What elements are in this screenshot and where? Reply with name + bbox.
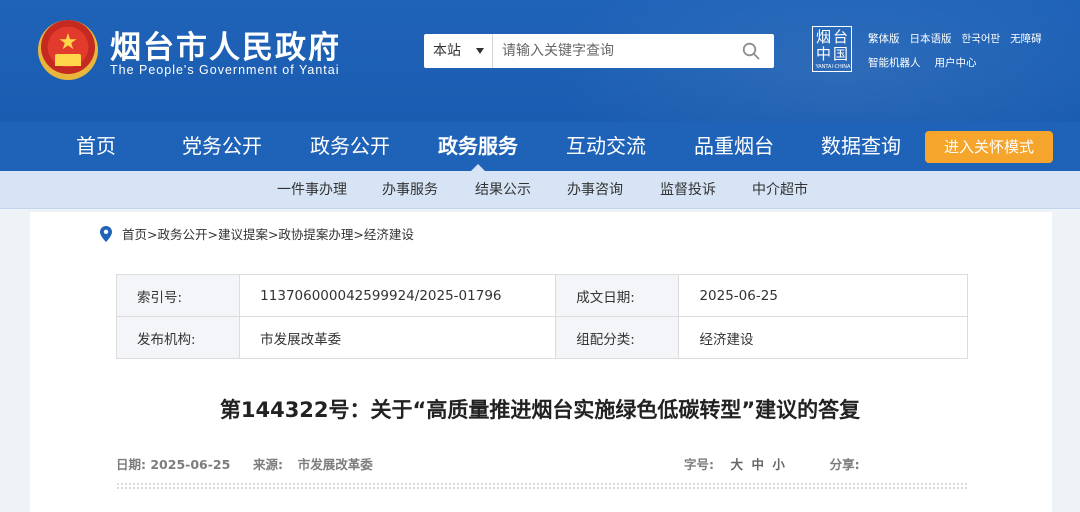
link-user-center[interactable]: 用户中心 bbox=[935, 56, 977, 74]
article-title: 第144322号：关于“高质量推进烟台实施绿色低碳转型”建议的答复 bbox=[219, 398, 861, 422]
nav-data-query[interactable]: 数据查询 bbox=[811, 122, 911, 171]
subnav-agency-market[interactable]: 中介超市 bbox=[752, 171, 808, 209]
link-korean[interactable]: 한국어판 bbox=[962, 32, 1001, 50]
care-mode-button[interactable]: 进入关怀模式 bbox=[925, 131, 1053, 163]
top-links: 繁体版 日本语版 한국어판 无障碍 智能机器人 用户中心 bbox=[868, 32, 1073, 74]
subnav-one-thing[interactable]: 一件事办理 bbox=[277, 171, 347, 209]
search-icon[interactable] bbox=[742, 42, 760, 60]
main-nav: 首页 党务公开 政务公开 政务服务 互动交流 品重烟台 数据查询 进入关怀模式 bbox=[0, 122, 1080, 171]
category-value: 经济建设 bbox=[678, 316, 968, 359]
subnav-complaint[interactable]: 监督投诉 bbox=[660, 171, 716, 209]
search-scope-value: 本站 bbox=[433, 43, 461, 59]
caret-down-icon bbox=[476, 48, 484, 54]
subnav-results[interactable]: 结果公示 bbox=[475, 171, 531, 209]
article-source: 市发展改革委 bbox=[297, 457, 373, 472]
document-meta-table: 索引号: 113706000042599924/2025-01796 成文日期:… bbox=[115, 274, 968, 359]
org-label: 发布机构: bbox=[115, 316, 241, 359]
index-value: 113706000042599924/2025-01796 bbox=[239, 274, 557, 317]
site-name-english: The People's Government of Yantai bbox=[110, 63, 340, 77]
font-size-small-button[interactable]: 小 bbox=[772, 457, 785, 472]
article-source-label: 来源: bbox=[253, 457, 284, 472]
nav-home[interactable]: 首页 bbox=[48, 122, 144, 171]
yantai-china-logo: 烟台中国 YANTAI·CHINA bbox=[812, 26, 852, 72]
date-label: 成文日期: bbox=[555, 274, 680, 317]
search-box: 本站 bbox=[424, 34, 774, 68]
location-pin-icon bbox=[100, 226, 112, 242]
logo-en: YANTAI·CHINA bbox=[815, 64, 851, 70]
nav-government-affairs[interactable]: 政务公开 bbox=[300, 122, 400, 171]
category-label: 组配分类: bbox=[555, 316, 680, 359]
article-tools: 字号: 大 中 小 分享: bbox=[684, 456, 968, 474]
dotted-divider bbox=[116, 482, 968, 489]
nav-party-affairs[interactable]: 党务公开 bbox=[172, 122, 272, 171]
breadcrumb: 首页>政务公开>建议提案>政协提案办理>经济建设 bbox=[100, 226, 414, 244]
nav-government-services[interactable]: 政务服务 bbox=[428, 122, 528, 171]
table-row: 发布机构: 市发展改革委 组配分类: 经济建设 bbox=[115, 316, 968, 359]
content-panel: 首页>政务公开>建议提案>政协提案办理>经济建设 索引号: 1137060000… bbox=[30, 212, 1052, 512]
date-value: 2025-06-25 bbox=[678, 274, 968, 317]
article-date-label: 日期: bbox=[116, 457, 146, 472]
share-label[interactable]: 分享: bbox=[830, 457, 860, 472]
link-accessibility[interactable]: 无障碍 bbox=[1010, 32, 1042, 50]
nav-interaction[interactable]: 互动交流 bbox=[556, 122, 656, 171]
site-header: ★ 烟台市人民政府 The People's Government of Yan… bbox=[0, 0, 1080, 122]
site-name[interactable]: 烟台市人民政府 bbox=[110, 22, 341, 67]
table-row: 索引号: 113706000042599924/2025-01796 成文日期:… bbox=[115, 274, 968, 317]
font-size-label: 字号: bbox=[683, 457, 714, 472]
link-japanese[interactable]: 日本语版 bbox=[910, 32, 952, 50]
sub-nav: 一件事办理 办事服务 结果公示 办事咨询 监督投诉 中介超市 bbox=[0, 171, 1080, 209]
font-size-medium-button[interactable]: 中 bbox=[752, 457, 765, 472]
link-traditional[interactable]: 繁体版 bbox=[868, 32, 900, 50]
nav-yantai[interactable]: 品重烟台 bbox=[684, 122, 784, 171]
subnav-services[interactable]: 办事服务 bbox=[382, 171, 438, 209]
subnav-consult[interactable]: 办事咨询 bbox=[567, 171, 623, 209]
index-label: 索引号: bbox=[115, 274, 241, 317]
link-robot[interactable]: 智能机器人 bbox=[868, 56, 921, 74]
breadcrumb-text[interactable]: 首页>政务公开>建议提案>政协提案办理>经济建设 bbox=[122, 227, 414, 242]
org-value: 市发展改革委 bbox=[239, 316, 557, 359]
font-size-large-button[interactable]: 大 bbox=[731, 457, 744, 472]
national-emblem-icon: ★ bbox=[38, 20, 98, 80]
logo-chars: 烟台中国 bbox=[816, 28, 851, 63]
search-scope-select[interactable]: 本站 bbox=[424, 34, 493, 68]
article-info-bar: 日期: 2025-06-25 来源: 市发展改革委 字号: 大 中 小 分享: bbox=[116, 456, 968, 474]
article-date: 2025-06-25 bbox=[150, 457, 231, 472]
search-input[interactable] bbox=[494, 34, 734, 68]
